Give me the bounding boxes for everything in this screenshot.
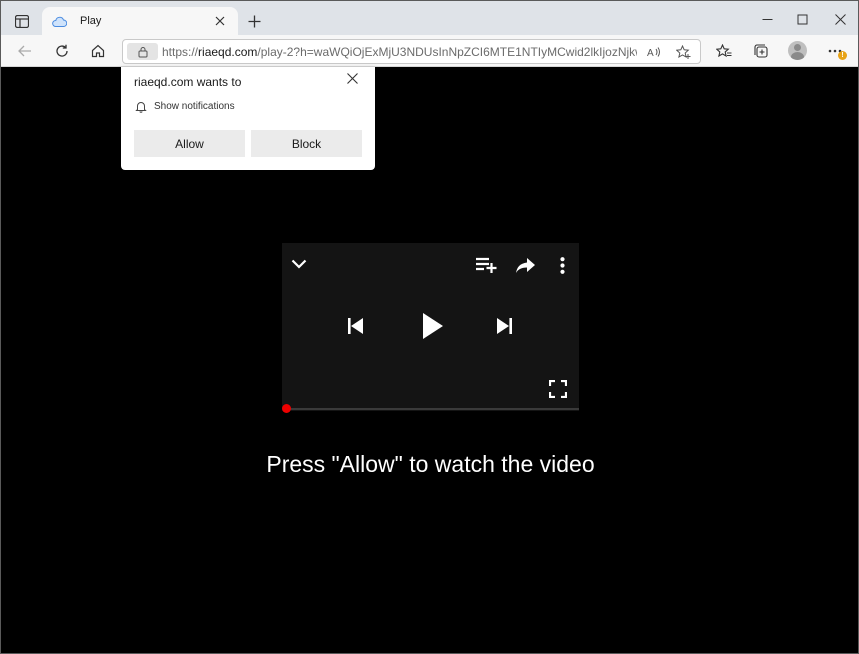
progress-scrubber[interactable]	[282, 404, 291, 413]
plus-icon	[248, 15, 260, 27]
back-button[interactable]	[14, 40, 36, 62]
url-scheme: https://	[162, 45, 199, 59]
url-text[interactable]: https://riaeqd.com/play-2?h=waWQiOjExMjU…	[162, 45, 637, 59]
favorites-button[interactable]	[713, 40, 735, 62]
read-aloud-icon[interactable]: A	[645, 43, 663, 61]
title-bar: Play	[1, 1, 858, 35]
profile-avatar[interactable]	[788, 41, 807, 60]
close-window-button[interactable]	[830, 9, 850, 29]
bell-icon	[135, 102, 147, 113]
skip-next-icon[interactable]	[495, 316, 513, 336]
new-tab-button[interactable]	[244, 11, 264, 31]
maximize-icon	[797, 14, 807, 24]
tab-play[interactable]: Play	[42, 7, 238, 35]
notification-badge: !	[838, 51, 847, 60]
play-icon[interactable]	[421, 311, 445, 341]
url-host: riaeqd.com	[198, 45, 258, 59]
browser-toolbar: https://riaeqd.com/play-2?h=waWQiOjExMjU…	[1, 35, 858, 67]
fullscreen-icon[interactable]	[548, 379, 568, 399]
popup-title: riaeqd.com wants to	[134, 75, 242, 89]
minimize-button[interactable]	[757, 9, 777, 29]
minimize-icon	[762, 18, 772, 20]
favorite-add-icon[interactable]	[674, 43, 692, 61]
share-icon[interactable]	[515, 255, 535, 275]
arrow-left-icon	[18, 45, 31, 57]
close-icon	[834, 13, 846, 25]
progress-track[interactable]	[286, 408, 579, 410]
permission-text: Show notifications	[154, 101, 235, 112]
site-info-button[interactable]	[127, 43, 158, 60]
allow-button[interactable]: Allow	[134, 130, 245, 157]
collections-button[interactable]	[750, 40, 772, 62]
refresh-icon	[56, 44, 68, 57]
avatar-head	[794, 44, 801, 51]
home-button[interactable]	[87, 40, 109, 62]
skip-previous-icon[interactable]	[346, 316, 364, 336]
close-icon	[346, 72, 358, 84]
video-player[interactable]	[282, 243, 579, 413]
collections-icon	[753, 43, 768, 58]
refresh-button[interactable]	[51, 40, 73, 62]
permission-row: Show notifications	[135, 100, 235, 113]
allow-instruction-text: Press "Allow" to watch the video	[266, 451, 595, 477]
maximize-button[interactable]	[792, 9, 812, 29]
avatar-body	[791, 52, 804, 60]
popup-close-button[interactable]	[344, 70, 360, 86]
add-to-queue-icon[interactable]	[475, 255, 497, 275]
browser-window: Play https://riaeqd.com/play-2?h=waWQiOj…	[0, 0, 859, 654]
block-button[interactable]: Block	[251, 130, 362, 157]
url-path: /play-2?h=waWQiOjExMjU3NDUsInNpZCI6MTE1N…	[257, 45, 637, 59]
lock-icon	[138, 46, 147, 57]
tab-close-icon[interactable]	[212, 13, 228, 29]
svg-text:A: A	[647, 48, 654, 58]
chevron-down-icon[interactable]	[290, 255, 308, 273]
favorites-icon	[716, 44, 732, 58]
cloud-favicon-icon	[52, 13, 68, 29]
tab-title: Play	[80, 15, 102, 27]
address-bar[interactable]: https://riaeqd.com/play-2?h=waWQiOjExMjU…	[122, 39, 701, 64]
notification-permission-popup: riaeqd.com wants to Show notifications A…	[121, 67, 375, 170]
home-icon	[91, 44, 105, 58]
more-vertical-icon[interactable]	[555, 255, 569, 275]
tab-actions-icon[interactable]	[9, 9, 35, 33]
